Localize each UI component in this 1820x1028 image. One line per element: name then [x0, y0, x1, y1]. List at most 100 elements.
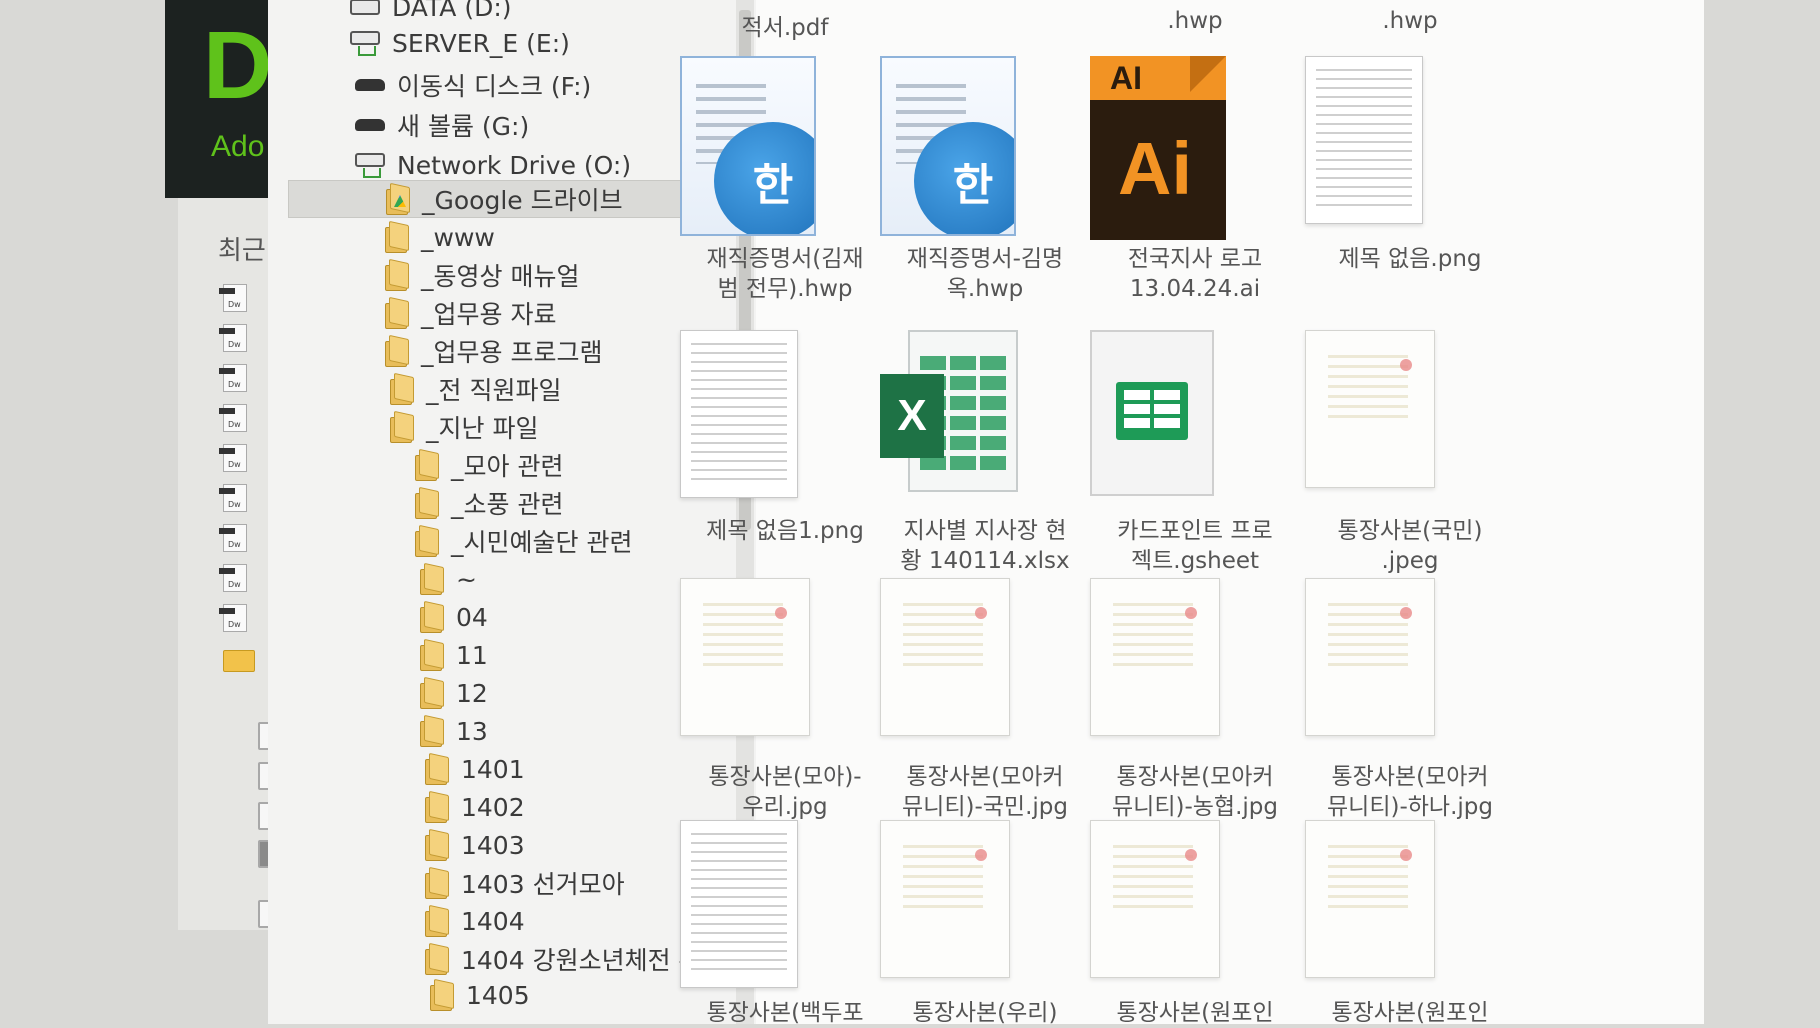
tree-item[interactable]: _모아 관련: [415, 446, 563, 484]
tree-item[interactable]: 13: [420, 712, 488, 750]
file-tile[interactable]: AI Ai: [1090, 56, 1300, 240]
tree-item[interactable]: DATA (D:): [350, 0, 512, 26]
file-tile[interactable]: [1305, 578, 1515, 736]
file-name[interactable]: 전국지사 로고 13.04.24.ai: [1085, 244, 1305, 304]
file-tile[interactable]: 한: [880, 56, 1090, 236]
folder-icon: [390, 375, 414, 405]
tree-item[interactable]: _동영상 매뉴얼: [385, 256, 579, 294]
image-thumbnail: [1305, 56, 1515, 224]
dw-file-icon: Dw: [219, 364, 247, 392]
file-tile[interactable]: [680, 820, 890, 988]
tree-item[interactable]: _시민예술단 관련: [415, 522, 632, 560]
folder-icon: [430, 981, 454, 1011]
tree-item[interactable]: 1405: [430, 976, 530, 1014]
folder-icon: [420, 603, 444, 633]
tree-item[interactable]: 1401: [425, 750, 525, 788]
file-name[interactable]: 재직증명서(김재 범 전무).hwp: [675, 244, 895, 304]
tree-item[interactable]: 이동식 디스크 (F:): [355, 66, 591, 104]
tree-item[interactable]: _www: [385, 218, 495, 256]
tree-item[interactable]: ~: [420, 560, 477, 598]
tree-item[interactable]: _업무용 자료: [385, 294, 556, 332]
folder-icon: [385, 299, 409, 329]
file-tile[interactable]: [1090, 820, 1300, 978]
tree-item[interactable]: _전 직원파일: [390, 370, 561, 408]
recent-dw-file[interactable]: Dw: [219, 364, 259, 394]
tree-item[interactable]: 04: [420, 598, 488, 636]
file-tile[interactable]: [680, 330, 890, 498]
image-thumbnail: [680, 578, 890, 736]
tree-item[interactable]: SERVER_E (E:): [350, 24, 570, 62]
tree-item-label: _업무용 프로그램: [421, 338, 603, 367]
tree-item[interactable]: 12: [420, 674, 488, 712]
tree-item[interactable]: _지난 파일: [390, 408, 538, 446]
app-logo-subtext: Ado: [211, 130, 265, 163]
tree-item[interactable]: 1403: [425, 826, 525, 864]
google-sheets-file-icon: [1090, 330, 1300, 496]
file-tile[interactable]: [680, 578, 890, 736]
file-tile[interactable]: [1305, 330, 1515, 488]
tree-item[interactable]: _소풍 관련: [415, 484, 563, 522]
recent-dw-file[interactable]: Dw: [219, 284, 259, 314]
tree-item[interactable]: 1402: [425, 788, 525, 826]
file-tile[interactable]: [880, 578, 1090, 736]
file-name[interactable]: 통장사본(모아커 뮤니티)-국민.jpg: [875, 762, 1095, 822]
image-thumbnail: [1090, 820, 1300, 978]
tree-item-label: 04: [456, 602, 488, 632]
recent-dw-file[interactable]: Dw: [219, 324, 259, 354]
folder-icon: [385, 337, 409, 367]
file-tile[interactable]: X: [880, 330, 1090, 494]
tree-item-label: 1403: [461, 830, 525, 860]
folder-icon: [425, 869, 449, 899]
file-tile[interactable]: [1090, 330, 1300, 496]
file-tile[interactable]: [1090, 578, 1300, 736]
recent-dw-file[interactable]: Dw: [219, 484, 259, 514]
folder-icon: [420, 717, 444, 747]
tree-item-label: 새 볼륨 (G:): [397, 112, 530, 141]
file-name[interactable]: 재직증명서-김명 옥.hwp: [875, 244, 1095, 304]
file-name[interactable]: 통장사본(모아)- 우리.jpg: [675, 762, 895, 822]
tree-item[interactable]: _업무용 프로그램: [385, 332, 602, 370]
recent-dw-file[interactable]: Dw: [219, 604, 259, 634]
tree-item[interactable]: _Google 드라이브: [288, 180, 730, 218]
tree-item[interactable]: Network Drive (O:): [355, 146, 631, 184]
file-name[interactable]: 통장사본(모아커 뮤니티)-농협.jpg: [1085, 762, 1305, 822]
tree-item-label: 이동식 디스크 (F:): [397, 72, 592, 101]
file-label-partial: .hwp: [1382, 8, 1438, 34]
tree-item[interactable]: 새 볼륨 (G:): [355, 106, 529, 144]
removable-disk-icon: [355, 79, 385, 91]
file-name[interactable]: 통장사본(모아커 뮤니티)-하나.jpg: [1300, 762, 1520, 822]
illustrator-file-icon: AI Ai: [1090, 56, 1300, 240]
tree-item-label: SERVER_E (E:): [392, 28, 570, 58]
tree-item-label: _시민예술단 관련: [451, 528, 633, 557]
image-thumbnail: [880, 578, 1090, 736]
file-tile[interactable]: 한: [680, 56, 890, 236]
file-label-partial: 적서.pdf: [741, 15, 829, 41]
recent-title: 최근: [218, 236, 266, 266]
file-name[interactable]: 제목 없음1.png: [675, 516, 895, 546]
tree-item[interactable]: 1404: [425, 902, 525, 940]
recent-dw-file[interactable]: Dw: [219, 444, 259, 474]
recent-dw-file[interactable]: Dw: [219, 404, 259, 434]
folder-icon: [415, 489, 439, 519]
folder-icon: [425, 907, 449, 937]
file-name[interactable]: 통장사본(국민) .jpeg: [1300, 516, 1520, 576]
tree-item-label: 1405: [466, 980, 530, 1010]
recent-dw-file[interactable]: Dw: [219, 524, 259, 554]
recent-folder[interactable]: [223, 650, 259, 680]
file-tile[interactable]: [880, 820, 1090, 978]
image-thumbnail: [680, 820, 890, 988]
tree-item[interactable]: 11: [420, 636, 488, 674]
file-name[interactable]: 제목 없음.png: [1300, 244, 1520, 274]
image-thumbnail: [880, 820, 1090, 978]
tree-item-label: DATA (D:): [392, 0, 512, 22]
file-name[interactable]: 카드포인트 프로 젝트.gsheet: [1085, 516, 1305, 576]
file-name[interactable]: 지사별 지사장 현 황 140114.xlsx: [875, 516, 1095, 576]
dw-file-icon: Dw: [219, 524, 247, 552]
image-thumbnail: [1305, 578, 1515, 736]
tree-item-label: Network Drive (O:): [397, 150, 632, 180]
file-tile[interactable]: [1305, 56, 1515, 224]
recent-dw-file[interactable]: Dw: [219, 564, 259, 594]
folder-icon: [425, 755, 449, 785]
tree-item[interactable]: 1403 선거모아: [425, 864, 625, 902]
file-tile[interactable]: [1305, 820, 1515, 978]
